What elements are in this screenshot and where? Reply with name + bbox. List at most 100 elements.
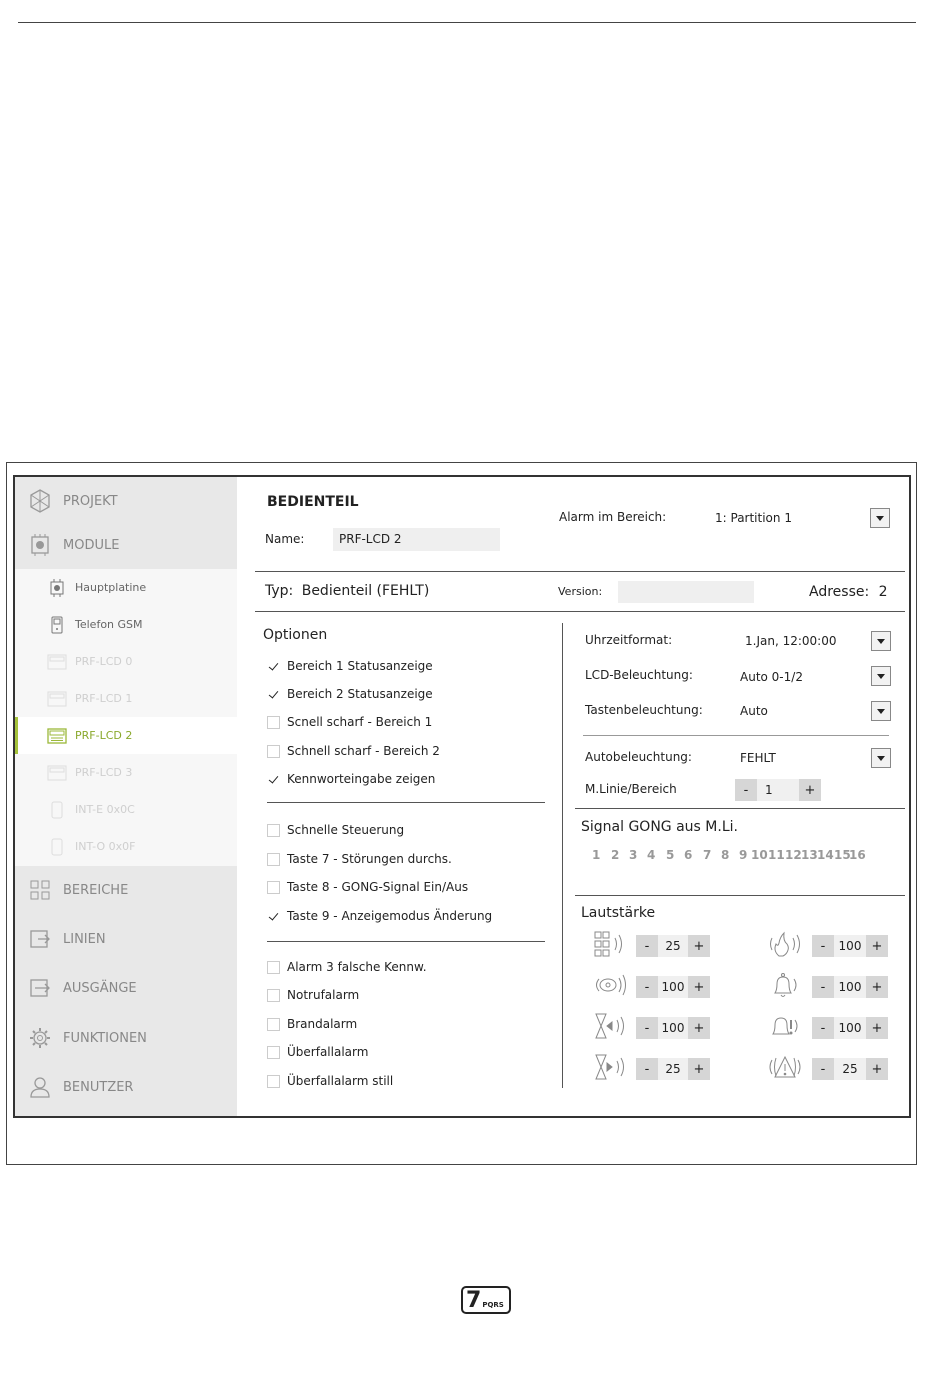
outputs-icon: [27, 975, 53, 1001]
option-checkbox[interactable]: [267, 989, 280, 1003]
nav-linien[interactable]: LINIEN: [15, 915, 237, 963]
nav-label: MODULE: [63, 537, 120, 553]
increment-button[interactable]: +: [866, 1017, 888, 1039]
module-item-int-e[interactable]: INT-E 0x0C: [15, 791, 237, 828]
decrement-button[interactable]: -: [636, 1017, 658, 1039]
module-item-int-o[interactable]: INT-O 0x0F: [15, 828, 237, 865]
divider: [267, 802, 545, 803]
lcd-backlight-dropdown[interactable]: [871, 666, 891, 686]
module-item-prf-lcd-2[interactable]: PRF-LCD 2: [15, 717, 237, 754]
key-backlight-value[interactable]: Auto: [740, 704, 768, 718]
increment-button[interactable]: +: [866, 976, 888, 998]
key-digit: 7: [466, 1288, 482, 1313]
increment-button[interactable]: +: [688, 1017, 710, 1039]
volume-value[interactable]: 100: [834, 976, 866, 998]
decrement-button[interactable]: -: [812, 935, 834, 957]
gong-zone-9[interactable]: 9: [739, 848, 747, 862]
address-value: 2: [878, 584, 888, 600]
option-checkbox[interactable]: [267, 881, 280, 894]
nav-funktionen[interactable]: FUNKTIONEN: [15, 1014, 237, 1062]
decrement-button[interactable]: -: [735, 779, 757, 801]
key-7-pqrs-icon: 7 PQRS: [461, 1286, 511, 1314]
option-checkbox[interactable]: [267, 961, 280, 974]
alarm-partition-value[interactable]: 1: Partition 1: [715, 511, 792, 525]
increment-button[interactable]: +: [688, 1058, 710, 1080]
time-format-value[interactable]: 1.Jan, 12:00:00: [745, 634, 836, 648]
module-item-prf-lcd-3[interactable]: PRF-LCD 3: [15, 754, 237, 791]
volume-value[interactable]: 25: [834, 1058, 866, 1080]
option-checkbox[interactable]: [267, 824, 280, 837]
volume-value[interactable]: 100: [658, 1017, 688, 1039]
option-checkbox[interactable]: [267, 688, 280, 702]
gong-zone-6[interactable]: 6: [684, 848, 692, 862]
time-format-dropdown[interactable]: [871, 631, 891, 651]
option-checkbox[interactable]: [267, 1046, 280, 1060]
nav-projekt[interactable]: PROJEKT: [15, 477, 237, 525]
gong-zone-4[interactable]: 4: [647, 848, 655, 862]
decrement-button[interactable]: -: [812, 1058, 834, 1080]
option-checkbox[interactable]: [267, 772, 280, 786]
option-checkbox[interactable]: [267, 660, 280, 673]
gong-zone-10[interactable]: 10: [751, 848, 768, 862]
key-backlight-dropdown[interactable]: [871, 701, 891, 721]
nav-benutzer[interactable]: BENUTZER: [15, 1063, 237, 1111]
gong-zone-2[interactable]: 2: [611, 848, 619, 862]
divider: [267, 941, 545, 942]
increment-button[interactable]: +: [866, 935, 888, 957]
decrement-button[interactable]: -: [636, 976, 658, 998]
gong-zone-11[interactable]: 11: [768, 848, 785, 862]
auto-backlight-dropdown[interactable]: [871, 748, 891, 768]
increment-button[interactable]: +: [799, 779, 821, 801]
auto-backlight-value[interactable]: FEHLT: [740, 751, 776, 765]
gong-zone-5[interactable]: 5: [666, 848, 674, 862]
volume-stepper: -25 +: [636, 935, 710, 957]
increment-button[interactable]: +: [688, 976, 710, 998]
keypad-icon: [47, 689, 67, 709]
volume-value[interactable]: 25: [658, 1058, 688, 1080]
address-line: Adresse: 2: [809, 584, 888, 600]
decrement-button[interactable]: -: [636, 1058, 658, 1080]
increment-button[interactable]: +: [688, 935, 710, 957]
option-checkbox[interactable]: [267, 744, 280, 758]
option-checkbox[interactable]: [267, 1017, 280, 1031]
gong-zone-8[interactable]: 8: [721, 848, 729, 862]
gong-zone-16[interactable]: 16: [849, 848, 866, 862]
version-field: [618, 581, 754, 603]
address-label: Adresse:: [809, 584, 870, 600]
exit-delay-sound-icon: [593, 1052, 629, 1086]
name-input[interactable]: PRF-LCD 2: [333, 528, 500, 551]
options-title: Optionen: [263, 627, 328, 643]
gong-zone-13[interactable]: 13: [801, 848, 818, 862]
module-item-prf-lcd-1[interactable]: PRF-LCD 1: [15, 680, 237, 717]
increment-button[interactable]: +: [866, 1058, 888, 1080]
module-item-telefon-gsm[interactable]: Telefon GSM: [15, 606, 237, 643]
lcd-backlight-value[interactable]: Auto 0-1/2: [740, 670, 803, 684]
volume-value[interactable]: 100: [658, 976, 688, 998]
decrement-button[interactable]: -: [636, 935, 658, 957]
keypad-icon: [47, 763, 67, 783]
module-item-hauptplatine[interactable]: Hauptplatine: [15, 569, 237, 606]
nav-bereiche[interactable]: BEREICHE: [15, 866, 237, 914]
option-checkbox[interactable]: [267, 1074, 280, 1088]
volume-value[interactable]: 100: [834, 1017, 866, 1039]
gong-zone-12[interactable]: 12: [785, 848, 802, 862]
module-item-prf-lcd-0[interactable]: PRF-LCD 0: [15, 643, 237, 680]
gong-zone-14[interactable]: 14: [817, 848, 834, 862]
type-label: Typ:: [265, 583, 294, 599]
decrement-button[interactable]: -: [812, 976, 834, 998]
zone-partition-value[interactable]: 1: [757, 779, 799, 801]
gong-zone-1[interactable]: 1: [592, 848, 600, 862]
volume-value[interactable]: 100: [834, 935, 866, 957]
zone-partition-label: M.Linie/Bereich: [585, 782, 677, 796]
gong-zone-3[interactable]: 3: [629, 848, 637, 862]
decrement-button[interactable]: -: [812, 1017, 834, 1039]
gong-zone-7[interactable]: 7: [703, 848, 711, 862]
nav-ausgaenge[interactable]: AUSGÄNGE: [15, 964, 237, 1012]
alarm-partition-dropdown[interactable]: [870, 508, 890, 528]
auto-backlight-label: Autobeleuchtung:: [585, 750, 692, 764]
volume-value[interactable]: 25: [658, 935, 688, 957]
option-checkbox[interactable]: [267, 852, 280, 866]
option-checkbox[interactable]: [267, 716, 280, 730]
option-checkbox[interactable]: [267, 909, 280, 923]
nav-module[interactable]: MODULE: [15, 521, 237, 569]
